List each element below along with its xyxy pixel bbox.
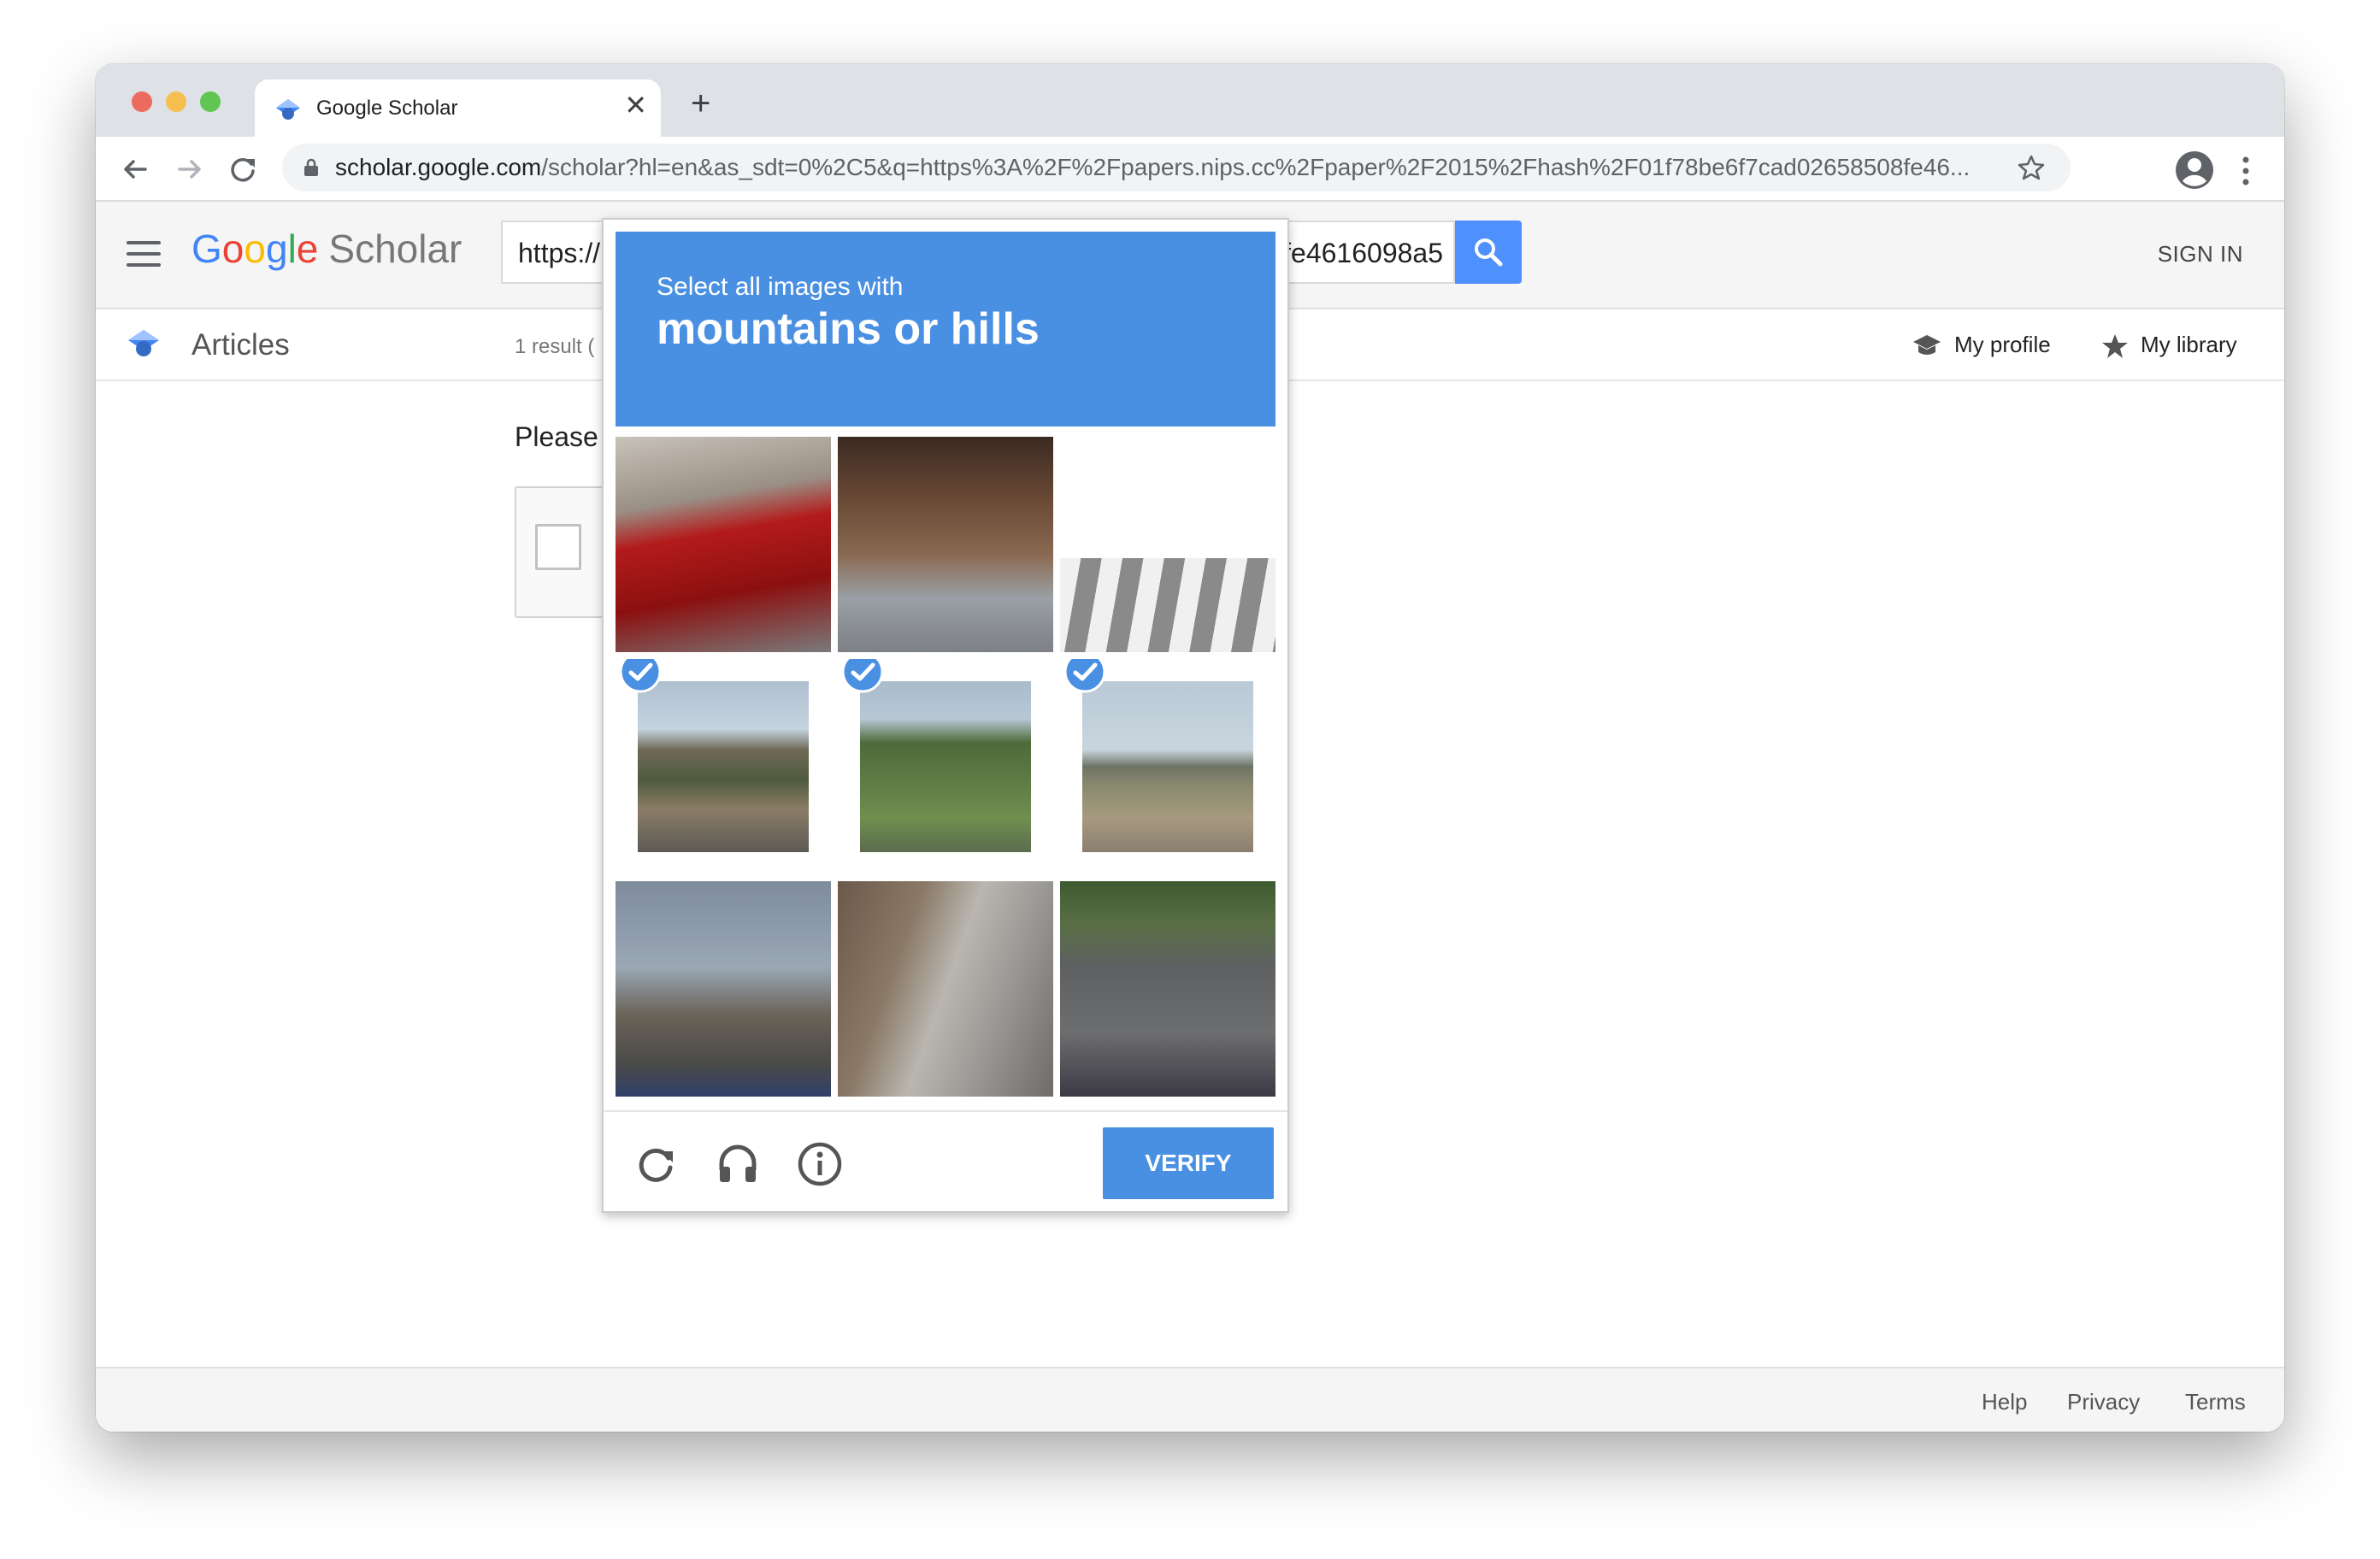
sign-in-button[interactable]: SIGN IN xyxy=(2158,241,2243,268)
captcha-image-grid xyxy=(616,437,1275,1097)
captcha-instruction-text: Select all images with xyxy=(657,273,904,301)
scholar-favicon-icon xyxy=(276,99,300,120)
tile-image-green-hills xyxy=(860,681,1031,852)
footer-terms-link[interactable]: Terms xyxy=(2185,1389,2246,1415)
tile-image-traffic-lights xyxy=(616,881,831,1097)
address-bar[interactable]: scholar.google.com/scholar?hl=en&as_sdt=… xyxy=(282,144,2071,191)
captcha-tile-5[interactable] xyxy=(838,659,1053,874)
captcha-tile-8[interactable] xyxy=(838,881,1053,1097)
selected-check-icon xyxy=(619,659,662,693)
verify-button[interactable]: VERIFY xyxy=(1103,1127,1274,1199)
tile-image-mountain-road xyxy=(638,681,809,852)
footer: Help Privacy Terms xyxy=(96,1367,2284,1432)
tile-image-stairs xyxy=(838,881,1053,1097)
new-tab-button[interactable]: + xyxy=(691,86,710,121)
account-icon[interactable] xyxy=(2175,150,2214,190)
captcha-tile-4[interactable] xyxy=(616,659,831,874)
browser-window: Google Scholar ✕ + scholar.google.com/sc… xyxy=(96,64,2284,1432)
footer-help-link[interactable]: Help xyxy=(1982,1389,2027,1415)
lock-icon xyxy=(304,158,318,176)
captcha-tile-9[interactable] xyxy=(1060,881,1275,1097)
hamburger-menu-icon[interactable] xyxy=(127,241,161,267)
search-value-end: 3fe4616098a5 xyxy=(1268,238,1443,268)
close-window-button[interactable] xyxy=(132,91,152,112)
tile-image-motorcycle xyxy=(1060,881,1275,1097)
url-path: /scholar?hl=en&as_sdt=0%2C5&q=https%3A%2… xyxy=(541,154,1971,180)
tile-image-crosswalk xyxy=(1060,437,1275,652)
footer-privacy-link[interactable]: Privacy xyxy=(2067,1389,2140,1415)
search-value-start: https://p xyxy=(518,238,616,268)
captcha-tile-3[interactable] xyxy=(1060,437,1275,652)
info-icon[interactable] xyxy=(797,1141,843,1187)
tab-close-icon[interactable]: ✕ xyxy=(624,91,647,119)
captcha-tile-6[interactable] xyxy=(1060,659,1275,874)
tile-image-distant-hills xyxy=(1082,681,1253,852)
browser-toolbar: scholar.google.com/scholar?hl=en&as_sdt=… xyxy=(96,137,2284,202)
more-menu-icon[interactable] xyxy=(2242,156,2250,186)
url-text: scholar.google.com/scholar?hl=en&as_sdt=… xyxy=(335,154,1970,181)
url-host: scholar.google.com xyxy=(335,154,542,180)
please-text: Please xyxy=(515,421,598,452)
search-icon xyxy=(1475,238,1503,267)
captcha-tile-2[interactable] xyxy=(838,437,1053,652)
reload-icon[interactable] xyxy=(226,152,260,186)
selected-check-icon xyxy=(1063,659,1106,693)
reload-challenge-icon[interactable] xyxy=(633,1141,679,1187)
captcha-target-text: mountains or hills xyxy=(657,304,1040,354)
forward-arrow-icon[interactable] xyxy=(173,152,207,186)
captcha-dialog: Select all images with mountains or hill… xyxy=(602,218,1289,1213)
minimize-window-button[interactable] xyxy=(166,91,186,112)
google-scholar-logo[interactable]: Google Scholar xyxy=(191,226,462,272)
scholar-cap-icon xyxy=(128,330,159,356)
search-button[interactable] xyxy=(1455,221,1522,284)
back-arrow-icon[interactable] xyxy=(118,152,152,186)
articles-label[interactable]: Articles xyxy=(191,328,290,362)
recaptcha-checkbox[interactable] xyxy=(535,524,581,570)
result-count: 1 result ( xyxy=(515,335,595,358)
bookmark-star-icon[interactable] xyxy=(2018,154,2045,181)
tab-strip: Google Scholar ✕ + xyxy=(96,64,2284,137)
tab-title: Google Scholar xyxy=(316,97,458,120)
captcha-tile-7[interactable] xyxy=(616,881,831,1097)
captcha-tile-1[interactable] xyxy=(616,437,831,652)
tab-google-scholar[interactable]: Google Scholar ✕ xyxy=(255,79,661,137)
my-library-link[interactable]: My library xyxy=(2101,332,2237,359)
my-profile-link[interactable]: My profile xyxy=(1912,332,2051,359)
captcha-footer: VERIFY xyxy=(604,1110,1287,1215)
star-icon xyxy=(2102,334,2128,359)
maximize-window-button[interactable] xyxy=(200,91,221,112)
selected-check-icon xyxy=(841,659,884,693)
tile-image-red-suv xyxy=(616,437,831,652)
audio-challenge-icon[interactable] xyxy=(715,1141,761,1187)
captcha-instructions: Select all images with mountains or hill… xyxy=(616,232,1275,427)
tile-image-overpass xyxy=(838,437,1053,652)
graduation-cap-icon xyxy=(1913,335,1941,356)
